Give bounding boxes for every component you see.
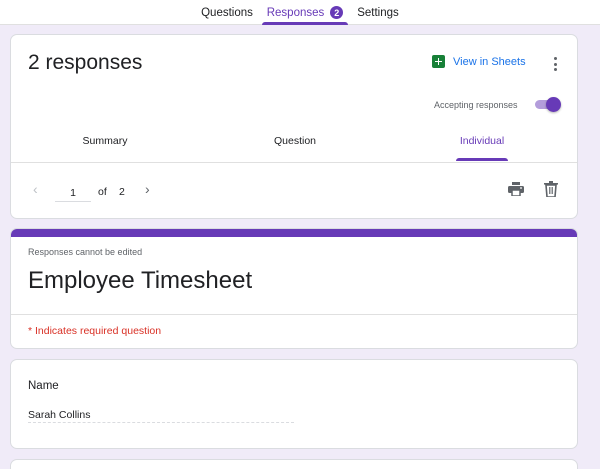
responses-summary-card: 2 responses View in Sheets Accepting res…	[10, 34, 578, 219]
required-question-note: * Indicates required question	[28, 325, 162, 337]
form-title-card: Responses cannot be edited Employee Time…	[10, 228, 578, 349]
responses-cannot-be-edited-notice: Responses cannot be edited	[28, 247, 143, 257]
question-label: Name	[28, 380, 59, 392]
sheets-icon	[432, 55, 445, 68]
form-title: Employee Timesheet	[28, 267, 253, 294]
tab-questions-label: Questions	[201, 6, 253, 19]
tab-settings[interactable]: Settings	[350, 0, 406, 25]
top-tab-bar: Questions Responses 2 Settings	[0, 0, 600, 25]
more-vert-icon[interactable]	[552, 57, 558, 71]
title-divider	[11, 314, 577, 315]
tab-question[interactable]: Question	[267, 135, 323, 161]
tab-summary[interactable]: Summary	[77, 135, 133, 161]
accepting-responses-label: Accepting responses	[434, 100, 518, 110]
tab-settings-label: Settings	[357, 6, 399, 19]
accepting-responses-toggle[interactable]	[533, 97, 561, 113]
view-in-sheets-label: View in Sheets	[453, 55, 526, 68]
chevron-right-icon[interactable]: ›	[145, 181, 150, 197]
view-in-sheets-button[interactable]: View in Sheets	[432, 55, 526, 68]
responses-count-title: 2 responses	[28, 51, 143, 74]
question-card-name: Name Sarah Collins	[10, 359, 578, 449]
tab-responses[interactable]: Responses 2	[262, 0, 348, 25]
responses-count-badge: 2	[330, 6, 344, 19]
page-number-input[interactable]	[55, 184, 91, 202]
tab-summary-label: Summary	[82, 135, 128, 147]
answer-underline	[28, 422, 294, 423]
page-of-label: of	[98, 186, 107, 198]
page-total: 2	[119, 186, 125, 198]
tab-question-label: Question	[273, 135, 317, 147]
trash-icon[interactable]	[544, 181, 558, 197]
next-question-card	[10, 459, 578, 469]
toggle-thumb	[546, 97, 561, 112]
chevron-left-icon[interactable]: ‹	[33, 181, 38, 197]
tabs-divider	[11, 162, 577, 163]
tab-questions[interactable]: Questions	[195, 0, 259, 25]
title-accent-bar	[11, 229, 577, 237]
tab-responses-label: Responses	[266, 6, 325, 19]
tab-individual-label: Individual	[459, 135, 505, 147]
question-answer: Sarah Collins	[28, 409, 91, 421]
tab-individual[interactable]: Individual	[456, 135, 508, 161]
print-icon[interactable]	[508, 182, 524, 196]
